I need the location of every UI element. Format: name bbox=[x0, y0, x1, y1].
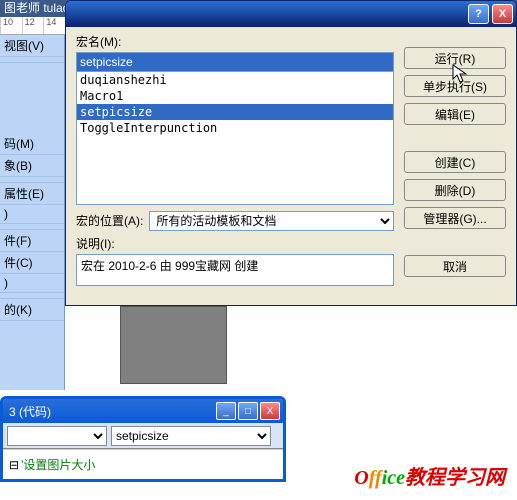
delete-button[interactable]: 删除(D) bbox=[404, 179, 506, 201]
macro-list-item[interactable]: duqianshezhi bbox=[77, 72, 393, 88]
description-label: 说明(I): bbox=[76, 235, 394, 252]
location-label: 宏的位置(A): bbox=[76, 212, 143, 229]
macro-list[interactable]: duqianshezhi Macro1 setpicsize ToggleInt… bbox=[76, 71, 394, 205]
maximize-button[interactable]: □ bbox=[238, 402, 258, 420]
site-logo: Office教程学习网 bbox=[354, 461, 505, 490]
ruler-mark: 12 bbox=[22, 17, 44, 34]
macro-name-input[interactable] bbox=[76, 52, 394, 72]
menu-item[interactable]: ) bbox=[0, 274, 64, 293]
code-window-titlebar[interactable]: 3 (代码) _ □ X bbox=[3, 399, 283, 423]
ruler-mark: 14 bbox=[43, 17, 65, 34]
code-window: 3 (代码) _ □ X setpicsize ⊟ '设置图片大小 bbox=[0, 396, 286, 482]
location-select[interactable]: 所有的活动模板和文档 bbox=[149, 211, 394, 231]
menu-component[interactable]: 件(C) bbox=[0, 252, 64, 274]
macro-list-item[interactable]: ToggleInterpunction bbox=[77, 120, 393, 136]
ruler-mark: 10 bbox=[0, 17, 22, 34]
code-window-title: 3 (代码) bbox=[9, 403, 51, 420]
organizer-button[interactable]: 管理器(G)... bbox=[404, 207, 506, 229]
description-box: 宏在 2010-2-6 由 999宝藏网 创建 bbox=[76, 254, 394, 286]
menu-object[interactable]: 象(B) bbox=[0, 155, 64, 177]
close-button[interactable]: X bbox=[492, 4, 513, 24]
help-button[interactable]: ? bbox=[468, 4, 489, 24]
cancel-button[interactable]: 取消 bbox=[404, 255, 506, 277]
object-combo[interactable] bbox=[7, 426, 107, 446]
run-button[interactable]: 运行(R) bbox=[404, 47, 506, 69]
create-button[interactable]: 创建(C) bbox=[404, 151, 506, 173]
close-button[interactable]: X bbox=[260, 402, 280, 420]
menu-file[interactable]: 件(F) bbox=[0, 230, 64, 252]
code-comment: '设置图片大小 bbox=[21, 456, 95, 473]
step-button[interactable]: 单步执行(S) bbox=[404, 75, 506, 97]
minimize-button[interactable]: _ bbox=[216, 402, 236, 420]
ruler: 10 12 14 bbox=[0, 17, 65, 35]
collapse-icon[interactable]: ⊟ bbox=[9, 458, 19, 472]
dialog-titlebar[interactable]: ? X bbox=[66, 1, 516, 27]
edit-button[interactable]: 编辑(E) bbox=[404, 103, 506, 125]
macro-dialog: ? X 宏名(M): duqianshezhi Macro1 setpicsiz… bbox=[65, 0, 517, 306]
menu-item[interactable]: ) bbox=[0, 205, 64, 224]
menu-properties[interactable]: 属性(E) bbox=[0, 183, 64, 205]
macro-name-label: 宏名(M): bbox=[76, 33, 394, 50]
document-gray-area bbox=[120, 306, 227, 384]
code-toolbar: setpicsize bbox=[3, 423, 283, 449]
procedure-combo[interactable]: setpicsize bbox=[111, 426, 271, 446]
menu-view[interactable]: 视图(V) bbox=[0, 35, 64, 57]
menu-k[interactable]: 的(K) bbox=[0, 299, 64, 321]
macro-list-item[interactable]: Macro1 bbox=[77, 88, 393, 104]
sidebar: 视图(V) 码(M) 象(B) 属性(E) ) 件(F) 件(C) ) 的(K) bbox=[0, 35, 65, 390]
macro-list-item-selected[interactable]: setpicsize bbox=[77, 104, 393, 120]
code-area[interactable]: ⊟ '设置图片大小 bbox=[3, 449, 283, 479]
menu-code[interactable]: 码(M) bbox=[0, 133, 64, 155]
